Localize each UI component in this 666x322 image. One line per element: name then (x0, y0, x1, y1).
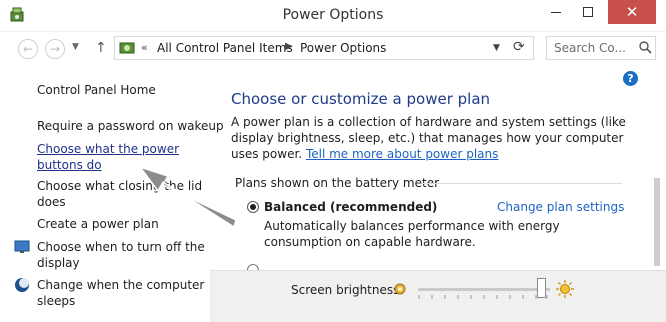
learn-more-link[interactable]: Tell me more about power plans (306, 147, 498, 161)
page-title: Choose or customize a power plan (231, 90, 491, 108)
address-bar[interactable]: « All Control Panel Items ▶ Power Option… (114, 36, 534, 60)
control-panel-icon (119, 42, 135, 54)
scrollbar-thumb[interactable] (654, 178, 660, 266)
breadcrumb-overflow[interactable]: « (141, 41, 148, 54)
sidebar-item-label: Change when the computer (37, 278, 205, 292)
brightness-slider[interactable] (418, 288, 550, 291)
maximize-button[interactable] (572, 0, 604, 24)
arrow-up-icon: ↑ (95, 40, 107, 56)
recent-pages-dropdown[interactable]: ▼ (72, 42, 79, 52)
sidebar-item-label: display (37, 256, 80, 270)
section-divider (422, 183, 622, 184)
minimize-icon (551, 12, 561, 13)
sidebar-item-label: does (37, 195, 66, 209)
search-input[interactable]: Search Co... (546, 36, 656, 60)
moon-icon (15, 278, 29, 292)
sidebar-item-create-plan[interactable]: Create a power plan (37, 216, 159, 232)
title-bar: Power Options ✕ (0, 0, 666, 32)
sidebar-item-control-panel-home[interactable]: Control Panel Home (37, 82, 156, 98)
sidebar-item-closing-lid[interactable]: Choose what closing the lid does (37, 178, 202, 210)
breadcrumb-separator-icon[interactable]: ▶ (285, 41, 293, 52)
maximize-icon (583, 7, 593, 17)
sidebar-item-label: Choose what the power (37, 142, 180, 156)
brightness-high-icon (556, 280, 574, 298)
sidebar-item-turn-off-display[interactable]: Choose when to turn off the display (37, 239, 205, 271)
breadcrumb-item[interactable]: All Control Panel Items (157, 41, 293, 55)
sidebar-item-label: buttons do (37, 158, 102, 172)
plan-description: Automatically balances performance with … (264, 219, 560, 249)
brightness-label: Screen brightness: (291, 283, 404, 297)
refresh-icon[interactable]: ⟳ (513, 39, 525, 55)
brightness-slider-thumb[interactable] (537, 278, 546, 298)
arrow-left-icon: ← (22, 42, 34, 56)
search-icon[interactable] (639, 41, 652, 54)
brightness-low-icon (394, 283, 406, 295)
up-button[interactable]: ↑ (95, 40, 107, 56)
close-button[interactable]: ✕ (608, 0, 656, 24)
minimize-button[interactable] (540, 0, 572, 24)
intro-text: A power plan is a collection of hardware… (231, 114, 631, 162)
arrow-right-icon: → (49, 42, 61, 56)
sidebar-item-computer-sleeps[interactable]: Change when the computer sleeps (37, 277, 204, 309)
address-dropdown-icon[interactable]: ▼ (493, 43, 500, 53)
sidebar-item-label: sleeps (37, 294, 76, 308)
vertical-scrollbar[interactable] (648, 66, 666, 274)
sidebar-item-require-password[interactable]: Require a password on wakeup (37, 118, 224, 134)
forward-button[interactable]: → (45, 39, 65, 59)
navigation-bar: ← → ▼ ↑ « All Control Panel Items ▶ Powe… (0, 32, 666, 66)
search-placeholder: Search Co... (554, 41, 626, 55)
plans-section-label: Plans shown on the battery meter (235, 176, 440, 190)
sidebar-item-label: Choose when to turn off the (37, 240, 205, 254)
slider-ticks (418, 295, 548, 299)
plan-name[interactable]: Balanced (recommended) (264, 200, 437, 214)
back-button[interactable]: ← (18, 39, 38, 59)
help-icon[interactable]: ? (623, 71, 638, 86)
display-icon (14, 240, 30, 253)
sidebar-item-power-buttons[interactable]: Choose what the power buttons do (37, 141, 179, 173)
breadcrumb-item[interactable]: Power Options (300, 41, 386, 55)
sidebar-item-label: Choose what closing the lid (37, 179, 203, 193)
change-plan-settings-link[interactable]: Change plan settings (497, 200, 624, 214)
plan-radio-balanced[interactable] (247, 201, 259, 213)
